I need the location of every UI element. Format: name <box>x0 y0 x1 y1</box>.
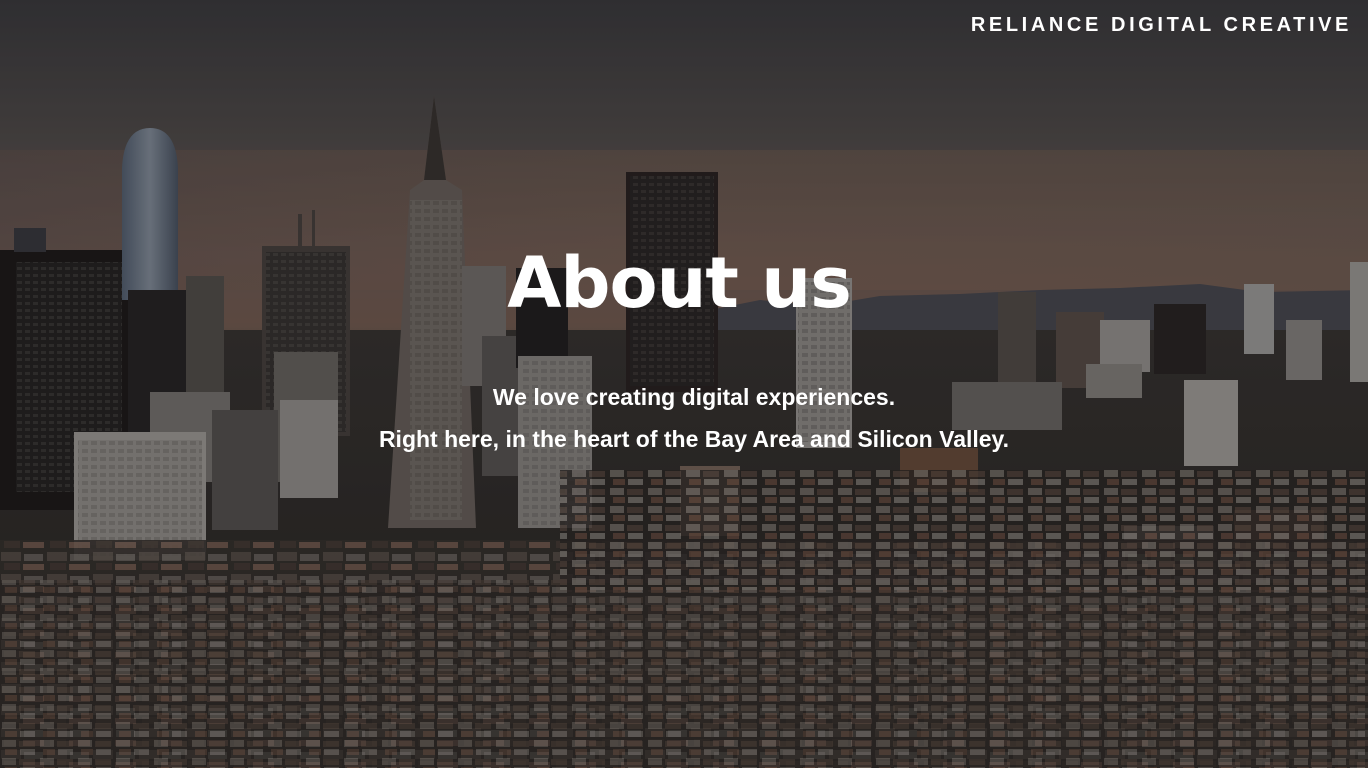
page-title: About us <box>507 242 852 324</box>
about-hero: RELIANCE DIGITAL CREATIVE About us We lo… <box>0 0 1368 768</box>
tagline-line-1: We love creating digital experiences. <box>492 384 896 410</box>
tagline-line-2: Right here, in the heart of the Bay Area… <box>378 426 1010 452</box>
brand-logo-link[interactable]: RELIANCE DIGITAL CREATIVE <box>971 14 1352 37</box>
